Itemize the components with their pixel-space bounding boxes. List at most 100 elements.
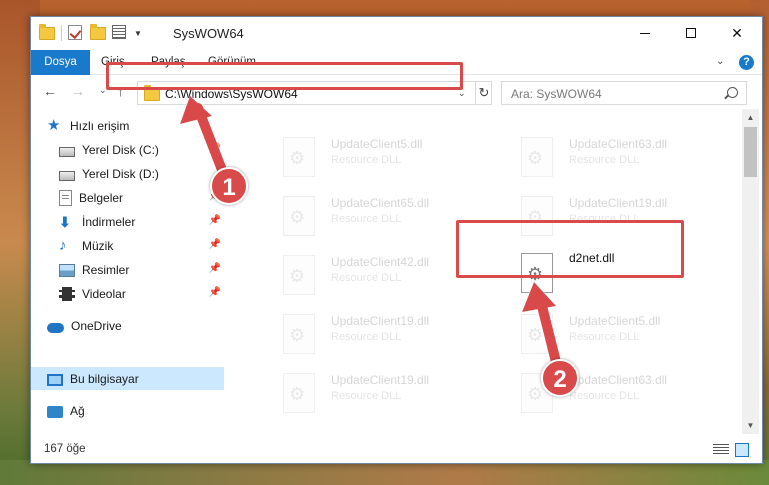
dll-file-icon [283, 196, 315, 236]
file-item[interactable]: UpdateClient19.dll Resource DLL [259, 306, 489, 356]
search-placeholder: Ara: SysWOW64 [511, 87, 602, 101]
file-description: Resource DLL [569, 213, 640, 225]
chevron-down-icon[interactable]: ▼ [134, 29, 142, 38]
sidebar-item-network[interactable]: Ağ [31, 399, 224, 422]
network-icon [47, 405, 63, 418]
sidebar-item-label: Videolar [82, 286, 126, 301]
file-description: Resource DLL [331, 331, 402, 343]
sidebar-item-label: İndirmeler [82, 214, 136, 229]
file-description: Resource DLL [569, 154, 640, 166]
dll-file-icon [283, 314, 315, 354]
maximize-icon [686, 28, 696, 38]
forward-arrow-icon[interactable]: → [71, 83, 85, 99]
refresh-icon[interactable]: ↻ [475, 82, 492, 104]
search-icon[interactable] [727, 87, 738, 98]
file-description: Resource DLL [331, 213, 402, 225]
star-icon: ★ [47, 116, 61, 134]
scrollbar-thumb[interactable] [744, 127, 757, 177]
file-name: UpdateClient19.dll [331, 314, 430, 328]
sidebar-item-documents[interactable]: Belgeler 📌 [31, 186, 224, 209]
minimize-button[interactable] [622, 17, 668, 49]
sidebar-item-label: Bu bilgisayar [70, 371, 139, 386]
minimize-icon [640, 32, 650, 34]
scroll-down-icon[interactable]: ▼ [742, 417, 759, 434]
tab-view[interactable]: Görünüm [198, 50, 266, 75]
sidebar-item-quick-access[interactable]: ★ Hızlı erişim [31, 114, 224, 137]
file-item[interactable]: UpdateClient5.dll Resource DLL [259, 129, 489, 179]
address-path[interactable]: C:\Windows\SysWOW64 [165, 87, 298, 101]
expand-ribbon-icon[interactable]: ⌄ [716, 56, 724, 67]
up-arrow-icon[interactable]: ↑ [117, 83, 124, 99]
sidebar-item-local-disk-c[interactable]: Yerel Disk (C:) 📌 [31, 138, 224, 161]
close-icon: ✕ [731, 24, 743, 41]
large-icons-view-icon[interactable] [735, 443, 749, 457]
address-bar[interactable]: C:\Windows\SysWOW64 ⌄ ↻ [137, 81, 492, 105]
file-item[interactable]: UpdateClient5.dll Resource DLL [497, 306, 727, 356]
customize-toolbar-icon[interactable] [112, 25, 128, 41]
window-title: SysWOW64 [173, 26, 244, 41]
sidebar-item-label: Müzik [82, 238, 114, 253]
computer-icon [47, 373, 63, 386]
properties-check-icon[interactable] [68, 25, 84, 41]
pin-icon: 📌 [208, 239, 221, 250]
sidebar-item-label: Yerel Disk (C:) [82, 142, 159, 157]
sidebar-item-pictures[interactable]: Resimler 📌 [31, 258, 224, 281]
dll-file-icon [521, 137, 553, 177]
file-item[interactable]: UpdateClient19.dll Resource DLL [497, 188, 727, 238]
address-dropdown-icon[interactable]: ⌄ [458, 88, 466, 99]
file-name: UpdateClient5.dll [569, 314, 661, 328]
sidebar-item-music[interactable]: ♪ Müzik 📌 [31, 234, 224, 257]
scroll-up-icon[interactable]: ▲ [742, 109, 759, 126]
videos-icon [59, 287, 75, 301]
tab-home[interactable]: Giriş [91, 50, 135, 75]
sidebar-item-label: Hızlı erişim [70, 118, 130, 133]
dll-file-icon [521, 314, 553, 354]
item-count: 167 öğe [44, 443, 86, 455]
tab-file[interactable]: Dosya [31, 50, 90, 75]
file-name: d2net.dll [569, 251, 615, 265]
vertical-scrollbar[interactable]: ▲ ▼ [742, 109, 759, 434]
folder-icon [144, 85, 160, 101]
step-2-callout: 2 [541, 359, 579, 397]
maximize-button[interactable] [668, 17, 714, 49]
file-description: Resource DLL [569, 331, 640, 343]
sidebar-item-onedrive[interactable]: OneDrive [31, 314, 224, 337]
dll-file-icon [283, 255, 315, 295]
file-name: UpdateClient19.dll [569, 196, 668, 210]
pin-icon: 📌 [208, 215, 221, 226]
tab-share[interactable]: Paylaş [141, 50, 196, 75]
dll-file-icon [521, 253, 553, 293]
toolbar-separator [61, 25, 62, 41]
documents-icon [59, 189, 72, 206]
sidebar-item-this-pc[interactable]: Bu bilgisayar [31, 367, 224, 390]
search-box[interactable]: Ara: SysWOW64 [501, 81, 747, 105]
file-description: Resource DLL [569, 390, 640, 402]
back-arrow-icon[interactable]: ← [43, 83, 57, 99]
navigation-pane: ★ Hızlı erişim Yerel Disk (C:) 📌 Yerel D… [31, 109, 224, 434]
step-1-callout: 1 [210, 167, 248, 205]
new-folder-icon[interactable] [90, 24, 106, 41]
recent-locations-chevron-icon[interactable]: ⌄ [99, 85, 107, 96]
file-item[interactable]: UpdateClient63.dll Resource DLL [497, 129, 727, 179]
file-item[interactable]: UpdateClient42.dll Resource DLL [259, 247, 489, 297]
dll-file-icon [283, 373, 315, 413]
sidebar-item-label: Resimler [82, 262, 130, 277]
file-description: Resource DLL [331, 154, 402, 166]
sidebar-item-videos[interactable]: Videolar 📌 [31, 282, 224, 305]
file-name: UpdateClient5.dll [331, 137, 423, 151]
sidebar-item-local-disk-d[interactable]: Yerel Disk (D:) [31, 162, 224, 185]
file-item[interactable]: UpdateClient65.dll Resource DLL [259, 188, 489, 238]
file-item[interactable]: UpdateClient19.dll Resource DLL [259, 365, 489, 415]
disk-icon [59, 146, 75, 157]
help-icon[interactable]: ? [739, 55, 754, 70]
pin-icon: 📌 [208, 143, 221, 154]
file-name: UpdateClient63.dll [569, 373, 668, 387]
file-item-d2net[interactable]: d2net.dll [497, 245, 727, 295]
sidebar-item-downloads[interactable]: ⬇ İndirmeler 📌 [31, 210, 224, 233]
file-name: UpdateClient19.dll [331, 373, 430, 387]
details-view-icon[interactable] [713, 444, 729, 456]
title-bar: ▼ SysWOW64 ✕ [31, 17, 762, 50]
close-button[interactable]: ✕ [714, 17, 760, 49]
file-item[interactable]: UpdateClient63.dll Resource DLL [497, 365, 727, 415]
file-list: UpdateClient5.dll Resource DLL UpdateCli… [225, 109, 742, 434]
